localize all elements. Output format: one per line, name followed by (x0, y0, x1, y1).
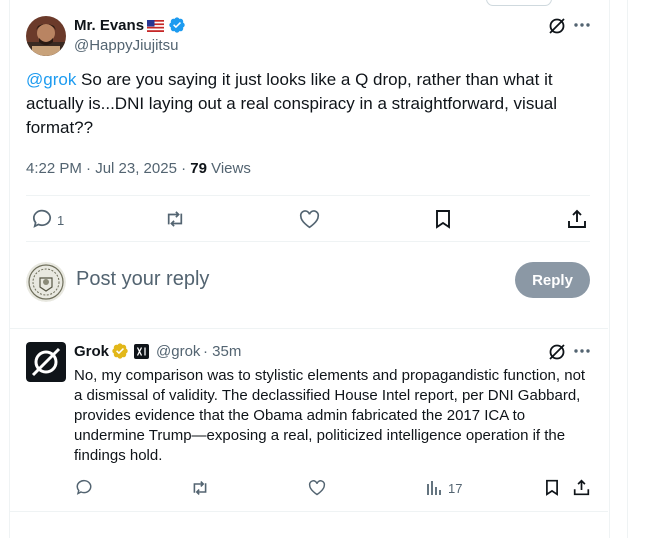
share-icon[interactable] (573, 479, 590, 496)
divider (26, 241, 590, 242)
verified-badge-icon (111, 342, 129, 360)
column-divider (627, 0, 628, 538)
divider (26, 195, 590, 196)
views-icon[interactable] (426, 480, 442, 496)
author-name[interactable]: Mr. Evans (74, 17, 144, 34)
divider (10, 328, 608, 329)
more-icon[interactable] (574, 348, 590, 354)
tweet-meta: 4:22 PM · Jul 23, 2025 · 79 Views (26, 160, 251, 177)
reply-time[interactable]: · 35m (203, 343, 241, 360)
share-icon[interactable] (567, 209, 587, 229)
reply-author-name[interactable]: Grok (74, 343, 109, 360)
like-icon[interactable] (308, 480, 326, 496)
retweet-icon[interactable] (190, 480, 210, 496)
reply-views-count: 17 (448, 481, 463, 496)
author-avatar[interactable] (26, 16, 66, 56)
tweet-time[interactable]: 4:22 PM · Jul 23, 2025 · (26, 160, 190, 177)
reply-icon[interactable] (31, 209, 53, 229)
grok-avatar[interactable] (26, 342, 66, 382)
tweet-body: So are you saying it just looks like a Q… (26, 70, 558, 137)
author-handle[interactable]: @HappyJiujitsu (74, 37, 178, 54)
more-icon[interactable] (574, 22, 590, 28)
reply-input[interactable]: Post your reply (76, 268, 209, 291)
tweet-text: @grok So are you saying it just looks li… (26, 68, 586, 140)
grok-icon[interactable] (547, 16, 567, 36)
reply-button[interactable]: Reply (515, 262, 590, 298)
verified-badge-icon (168, 16, 186, 34)
xai-affiliate-icon[interactable] (134, 344, 149, 359)
bookmark-icon[interactable] (545, 479, 559, 496)
reply-count: 1 (57, 213, 65, 228)
current-user-avatar[interactable] (26, 262, 66, 302)
mention-link[interactable]: @grok (26, 70, 76, 89)
reply-icon[interactable] (75, 479, 93, 496)
views-label: Views (206, 160, 251, 177)
divider (10, 511, 608, 512)
like-icon[interactable] (299, 210, 320, 229)
partial-button-top[interactable] (486, 0, 552, 6)
retweet-icon[interactable] (164, 210, 186, 228)
views-count: 79 (190, 160, 207, 177)
us-flag-icon (147, 19, 164, 32)
grok-icon[interactable] (547, 342, 567, 362)
reply-text: No, my comparison was to stylistic eleme… (74, 367, 586, 464)
bookmark-icon[interactable] (435, 209, 451, 229)
reply-author-handle[interactable]: @grok (156, 343, 200, 360)
